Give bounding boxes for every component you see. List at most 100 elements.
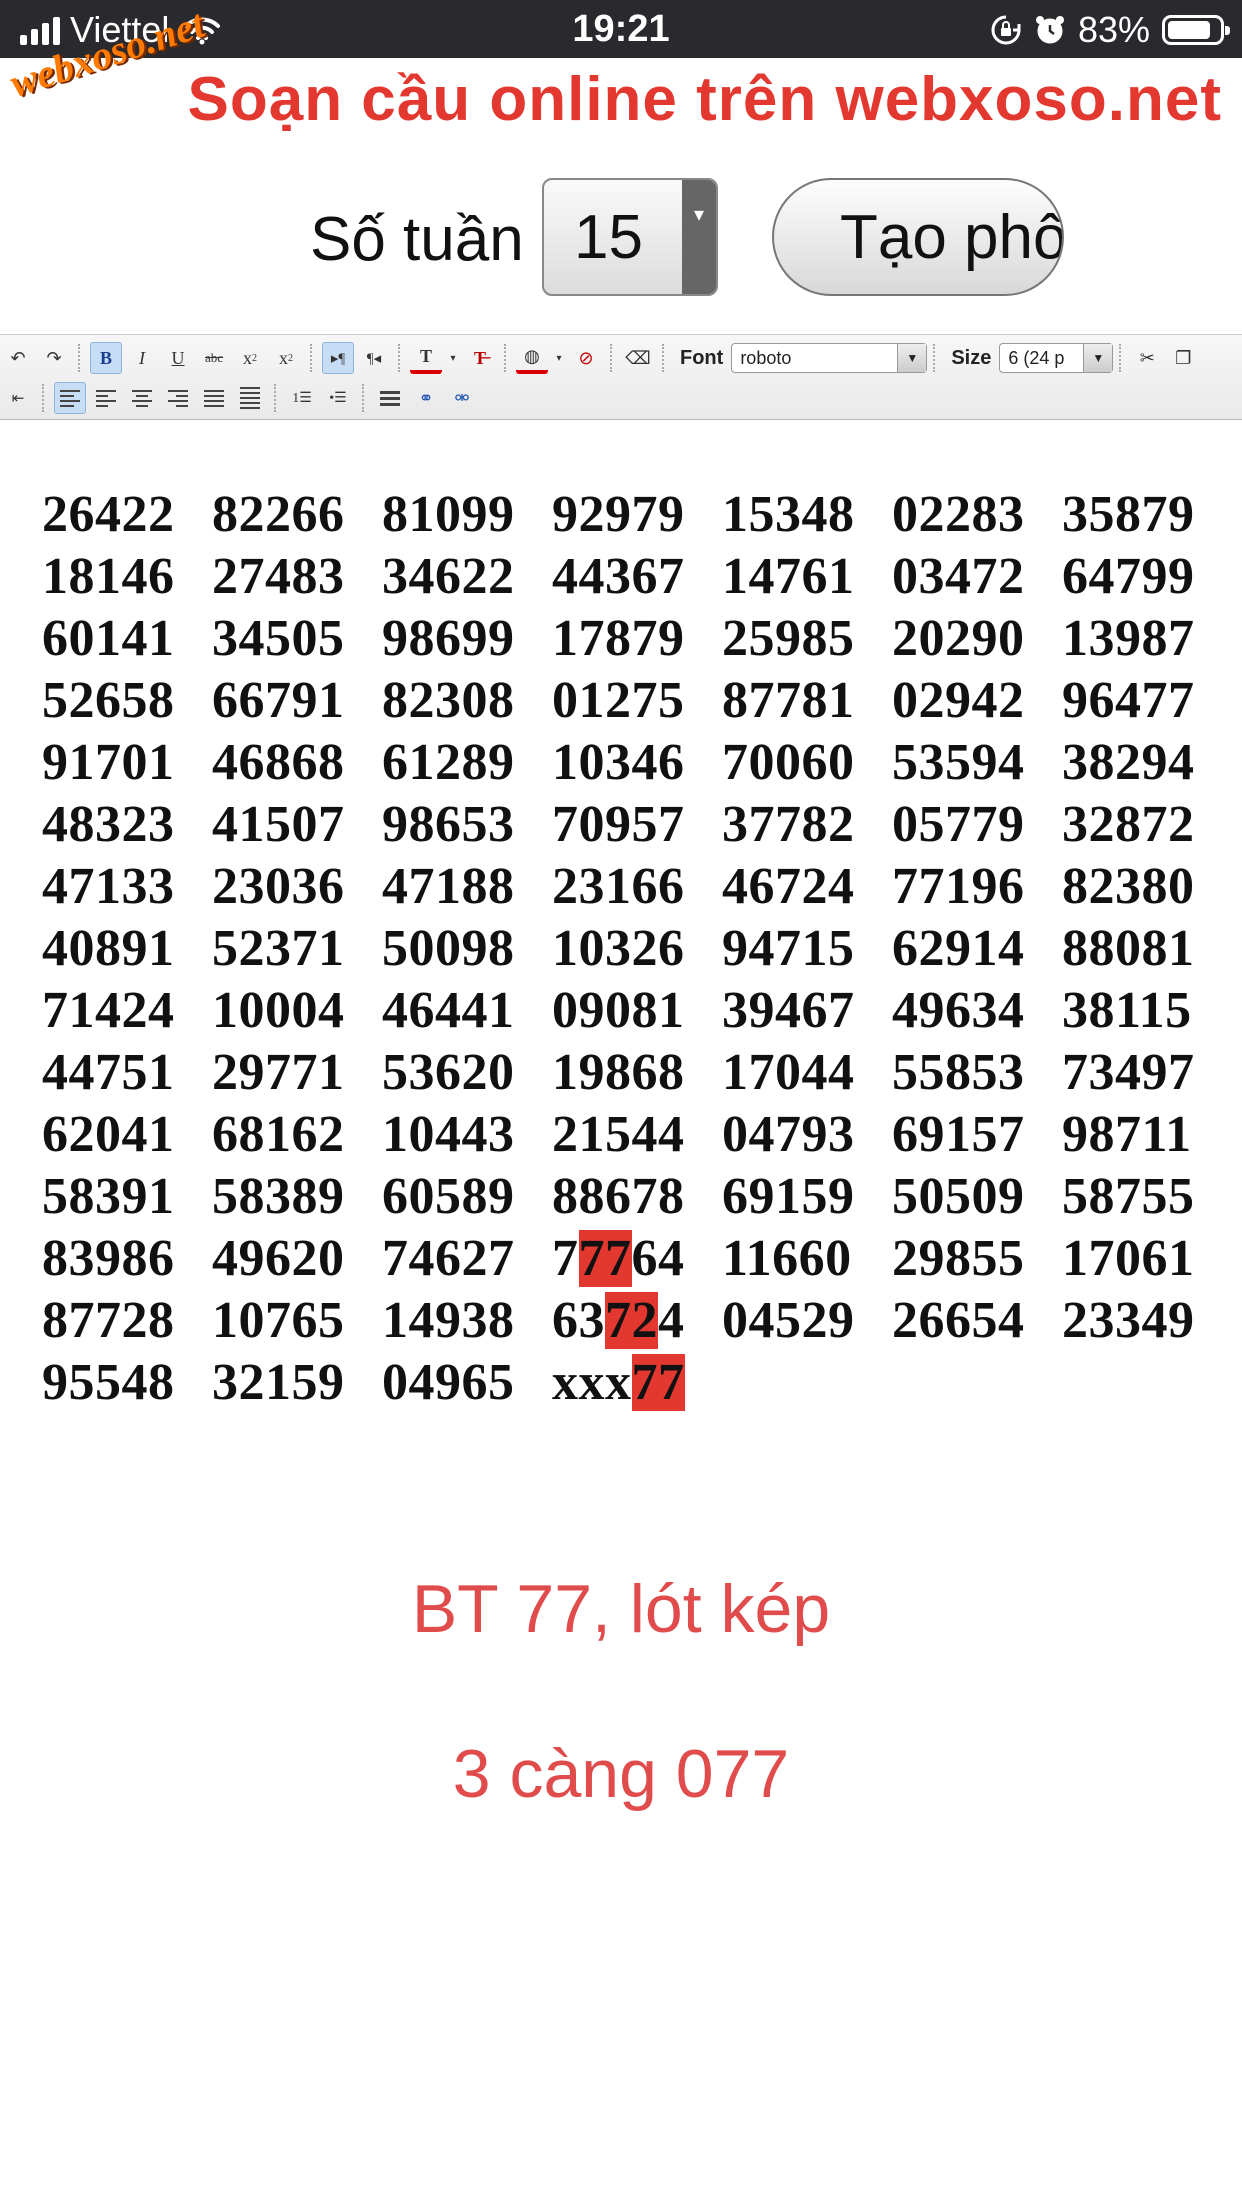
subscript-icon[interactable]: x2 [234, 342, 266, 374]
toolbar-separator [662, 344, 666, 372]
battery-icon [1162, 15, 1230, 45]
cell-digits: 87781 [722, 672, 855, 729]
grid-cell: 68162 [212, 1104, 345, 1166]
grid-cell: 17879 [552, 608, 685, 670]
cell-digits: 66791 [212, 672, 345, 729]
undo-icon[interactable]: ↶ [2, 342, 34, 374]
grid-cell: 63724 [552, 1290, 685, 1352]
font-select[interactable]: roboto ▼ [731, 343, 928, 373]
grid-cell: 52658 [42, 670, 175, 732]
grid-cell: 14938 [382, 1290, 515, 1352]
align-full-icon[interactable] [234, 382, 266, 414]
superscript-icon[interactable]: x2 [270, 342, 302, 374]
grid-cell: 94715 [722, 918, 855, 980]
underline-icon[interactable]: U [162, 342, 194, 374]
controls-bar: Số tuần 15 ▾ Tạo phôi [0, 178, 1242, 298]
grid-cell: 34622 [382, 546, 515, 608]
grid-cell: 11660 [722, 1228, 852, 1290]
text-color-dropdown-icon[interactable]: ▾ [446, 342, 460, 374]
unordered-list-icon[interactable]: •☰ [322, 382, 354, 414]
size-label: Size [951, 346, 992, 369]
grid-cell: 64799 [1062, 546, 1195, 608]
grid-cell: 26422 [42, 484, 175, 546]
link-icon[interactable]: ⚭ [410, 382, 442, 414]
grid-cell: 17061 [1062, 1228, 1195, 1290]
horizontal-rule-icon[interactable] [374, 382, 406, 414]
align-left-icon[interactable] [90, 382, 122, 414]
cell-digits: 64799 [1062, 548, 1195, 605]
strikethrough-icon[interactable]: abc [198, 342, 230, 374]
grid-cell: 29771 [212, 1042, 345, 1104]
grid-cell: 40891 [42, 918, 175, 980]
font-select-value: roboto [740, 348, 792, 368]
grid-cell: 41507 [212, 794, 345, 856]
cell-digits: 63 [552, 1292, 605, 1349]
remove-format-icon[interactable]: T̶ [464, 342, 496, 374]
grid-cell: 87728 [42, 1290, 175, 1352]
grid-cell: 88678 [552, 1166, 685, 1228]
ltr-icon[interactable]: ▸¶ [322, 342, 354, 374]
size-select[interactable]: 6 (24 p ▼ [999, 343, 1114, 373]
align-center-icon[interactable] [126, 382, 158, 414]
cell-digits: 92979 [552, 486, 685, 543]
redo-icon[interactable]: ↷ [38, 342, 70, 374]
cell-digits: 23166 [552, 858, 685, 915]
eraser-icon[interactable]: ⌫ [622, 342, 654, 374]
cell-digits: 17061 [1062, 1230, 1195, 1287]
cell-digits: 32159 [212, 1354, 345, 1411]
align-justify-icon[interactable] [198, 382, 230, 414]
grid-cell: 02942 [892, 670, 1025, 732]
cell-digits: 95548 [42, 1354, 175, 1411]
text-color-icon[interactable]: T [410, 342, 442, 374]
cell-digits: 23349 [1062, 1292, 1195, 1349]
ordered-list-icon[interactable]: 1☰ [286, 382, 318, 414]
cell-digits: 44751 [42, 1044, 175, 1101]
cell-digits: 52371 [212, 920, 345, 977]
align-right-icon[interactable] [162, 382, 194, 414]
grid-cell: 20290 [892, 608, 1025, 670]
outdent-icon[interactable]: ⇤ [2, 382, 34, 414]
grid-cell: 98711 [1062, 1104, 1192, 1166]
cut-icon[interactable]: ✂ [1131, 342, 1163, 374]
align-default-icon[interactable] [54, 382, 86, 414]
create-button[interactable]: Tạo phôi [772, 178, 1064, 296]
grid-cell: 15348 [722, 484, 855, 546]
toolbar-separator [274, 384, 278, 412]
copy-icon[interactable]: ❐ [1167, 342, 1199, 374]
cell-digits: 18146 [42, 548, 175, 605]
highlight-dropdown-icon[interactable]: ▾ [552, 342, 566, 374]
cell-digits: 03472 [892, 548, 1025, 605]
grid-cell: 62041 [42, 1104, 175, 1166]
grid-cell: 55853 [892, 1042, 1025, 1104]
cell-digits: 02942 [892, 672, 1025, 729]
battery-percent: 83% [1077, 9, 1150, 50]
grid-cell: 23166 [552, 856, 685, 918]
grid-cell: 81099 [382, 484, 515, 546]
cell-digits: 37782 [722, 796, 855, 853]
cell-digits: 25985 [722, 610, 855, 667]
grid-cell: 10346 [552, 732, 685, 794]
note-line-2: 3 càng 077 [452, 1736, 790, 1812]
highlighted-digits: 72 [605, 1292, 658, 1349]
grid-cell: 04793 [722, 1104, 855, 1166]
grid-cell: 32159 [212, 1352, 345, 1414]
cell-digits: 40891 [42, 920, 175, 977]
grid-cell: 10004 [212, 980, 345, 1042]
cell-digits: 47188 [382, 858, 515, 915]
bold-icon[interactable]: B [90, 342, 122, 374]
grid-cell: 47188 [382, 856, 515, 918]
italic-icon[interactable]: I [126, 342, 158, 374]
cell-digits: 98711 [1062, 1106, 1192, 1163]
remove-highlight-icon[interactable]: ⊘ [570, 342, 602, 374]
cell-digits: 20290 [892, 610, 1025, 667]
cell-digits: 10346 [552, 734, 685, 791]
weeks-select[interactable]: 15 ▾ [542, 178, 718, 296]
toolbar-separator [362, 384, 366, 412]
cell-digits: 98699 [382, 610, 515, 667]
unlink-icon[interactable]: ⚮ [446, 382, 478, 414]
highlight-color-icon[interactable]: ◍ [516, 342, 548, 374]
grid-cell: 10765 [212, 1290, 345, 1352]
rtl-icon[interactable]: ¶◂ [358, 342, 390, 374]
cell-digits: 17044 [722, 1044, 855, 1101]
grid-cell: 47133 [42, 856, 175, 918]
